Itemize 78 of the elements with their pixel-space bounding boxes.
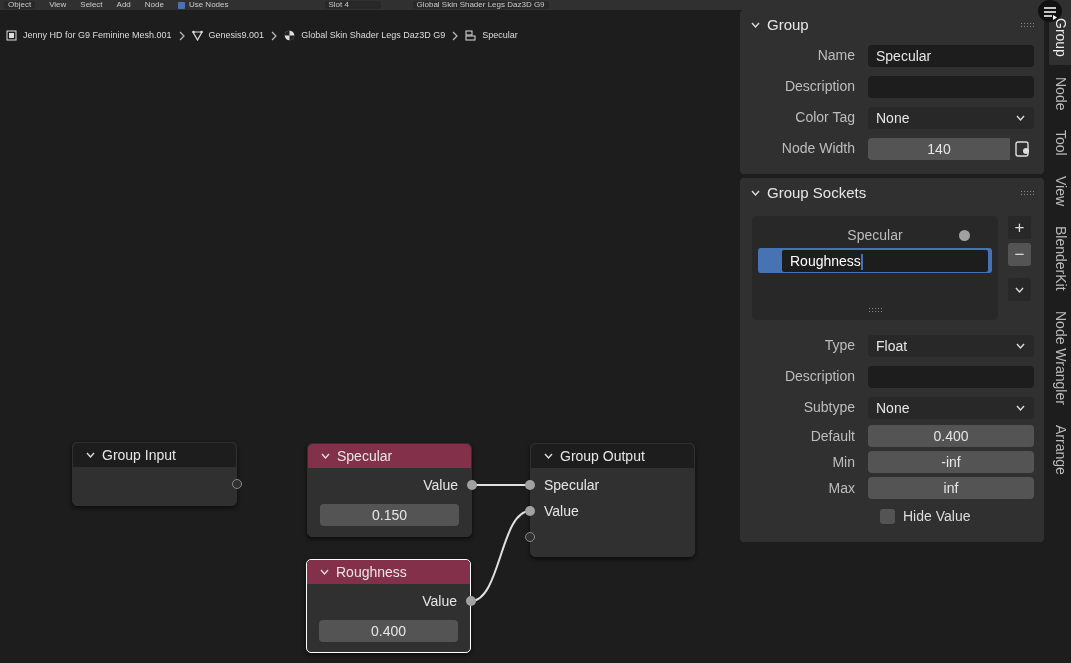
socket-dot[interactable] — [467, 480, 477, 490]
field-label: Name — [816, 46, 856, 65]
menu-button[interactable] — [1008, 278, 1031, 301]
dropdown-value: None — [876, 398, 910, 418]
dropdown[interactable]: None — [868, 396, 1034, 419]
breadcrumb-item[interactable]: Global Skin Shader Legs Daz3D G9 — [301, 29, 446, 43]
field-label: Min — [831, 452, 856, 472]
field-label: Type — [823, 336, 856, 355]
node-title: Roughness — [336, 562, 407, 582]
value-field[interactable]: 0.400 — [319, 620, 458, 642]
field-label: Node Width — [780, 139, 856, 158]
panel-title[interactable]: Group — [767, 13, 809, 37]
breadcrumb-item[interactable]: Genesis9.001 — [208, 29, 265, 43]
socket-label: Value — [544, 501, 579, 521]
socket-dot — [959, 230, 970, 241]
number-field[interactable]: 0.400 — [868, 425, 1034, 447]
checkbox-label: Hide Value — [903, 507, 971, 526]
square-icon — [6, 30, 17, 42]
socket-dot[interactable] — [232, 479, 242, 489]
dropdown[interactable]: Float — [868, 334, 1034, 357]
add-button[interactable]: + — [1008, 216, 1031, 239]
field-label: Default — [809, 426, 856, 446]
field-label: Subtype — [802, 398, 856, 417]
checkbox[interactable] — [880, 509, 895, 524]
menu-item[interactable]: Select — [80, 1, 103, 9]
node-card[interactable]: Roughness Value 0.400 — [306, 559, 471, 653]
node-title: Group Output — [560, 446, 645, 466]
copy-icon — [1014, 140, 1030, 157]
node-title: Group Input — [102, 445, 176, 465]
checkbox[interactable] — [177, 1, 185, 9]
checkbox-label: Use Nodes — [188, 1, 229, 9]
socket-label: Value — [422, 591, 457, 611]
socket-dot[interactable] — [525, 532, 535, 542]
panel-title[interactable]: Group Sockets — [767, 181, 867, 205]
chevron-icon — [319, 567, 330, 577]
menu-item[interactable]: Add — [116, 1, 131, 9]
node-title: Specular — [337, 446, 393, 466]
triangle-icon — [191, 30, 203, 42]
remove-button[interactable]: − — [1008, 243, 1031, 266]
socket-dot[interactable] — [525, 480, 535, 490]
node-card[interactable]: Specular Value 0.150 — [307, 443, 472, 537]
node-card[interactable]: Group Input — [72, 442, 237, 506]
dropdown-value: Float — [876, 336, 908, 356]
socket-label: Specular — [544, 475, 600, 495]
menu-item[interactable]: View — [49, 1, 67, 9]
list-item[interactable]: Roughness — [758, 248, 992, 273]
field-label: Color Tag — [794, 108, 856, 127]
dropdown-value: None — [876, 108, 910, 128]
chevron-icon — [750, 188, 761, 198]
field-label: Description — [783, 77, 856, 96]
field-label: Description — [783, 367, 856, 386]
dropdown[interactable]: None — [868, 106, 1034, 129]
mode-dropdown[interactable]: Object — [4, 1, 36, 9]
socket-dot[interactable] — [466, 596, 476, 606]
socket-label: Value — [423, 475, 458, 495]
chevron-icon — [85, 450, 96, 460]
material-field[interactable]: Global Skin Shader Legs Daz3D G9 — [412, 1, 549, 9]
node-card[interactable]: Group Output Specular Value — [530, 443, 695, 557]
list-item[interactable]: Specular — [758, 223, 992, 248]
breadcrumb-item[interactable]: Specular — [482, 29, 518, 43]
chevron-icon — [451, 30, 460, 41]
chevron-icon — [270, 30, 279, 41]
chevron-icon — [320, 451, 331, 461]
value-field[interactable]: 0.150 — [320, 504, 459, 526]
chevron-icon — [543, 451, 554, 461]
number-field[interactable]: 140 — [868, 137, 1010, 160]
slot-dropdown[interactable]: Slot 4 — [324, 1, 381, 9]
breadcrumb-item[interactable]: Jenny HD for G9 Feminine Mesh.001 — [23, 29, 172, 43]
sphere-icon — [284, 30, 296, 42]
node-tree-icon — [465, 30, 477, 42]
text-field[interactable]: Specular — [868, 44, 1034, 67]
number-field[interactable]: inf — [868, 477, 1034, 499]
chevron-icon — [177, 30, 186, 41]
menu-item[interactable]: Node — [144, 1, 164, 9]
number-field[interactable]: -inf — [868, 451, 1034, 473]
field-label: Max — [827, 478, 856, 498]
socket-dot[interactable] — [525, 506, 535, 516]
chevron-icon — [750, 20, 761, 30]
